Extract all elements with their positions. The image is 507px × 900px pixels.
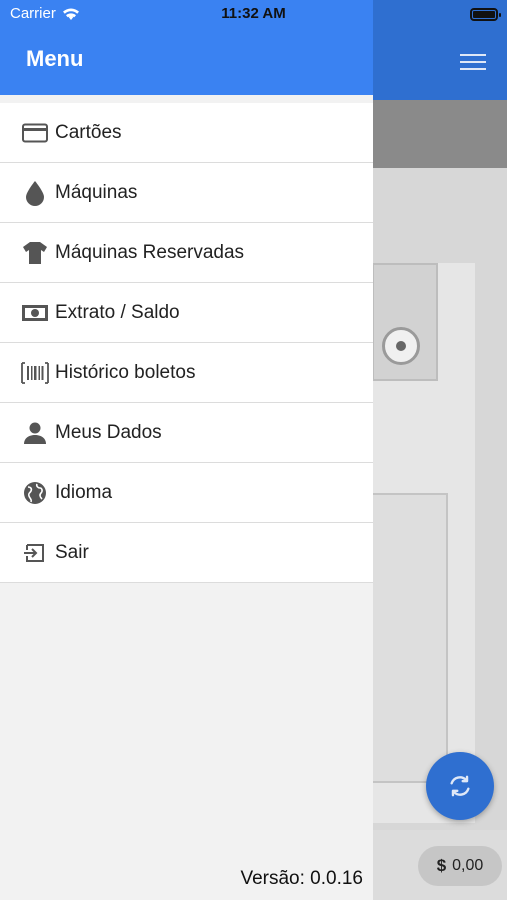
menu-item-meus-dados[interactable]: Meus Dados — [0, 403, 373, 463]
menu-item-idioma[interactable]: Idioma — [0, 463, 373, 523]
battery-icon — [470, 8, 501, 21]
balance-badge[interactable]: $ 0,00 — [418, 846, 502, 886]
menu-item-label: Cartões — [55, 121, 122, 143]
sign-out-icon — [21, 539, 49, 567]
washing-machine-image — [360, 263, 475, 823]
barcode-icon — [21, 359, 49, 387]
user-icon — [21, 419, 49, 447]
balance-value: 0,00 — [452, 857, 484, 874]
water-drop-icon — [21, 179, 49, 207]
menu-item-historico-boletos[interactable]: Histórico boletos — [0, 343, 373, 403]
menu-item-maquinas-reservadas[interactable]: Máquinas Reservadas — [0, 223, 373, 283]
menu-item-sair[interactable]: Sair — [0, 523, 373, 583]
menu-item-label: Idioma — [55, 481, 113, 503]
refresh-icon — [450, 775, 470, 797]
menu-item-label: Histórico boletos — [55, 361, 196, 383]
credit-card-icon — [21, 119, 49, 147]
menu-item-label: Máquinas Reservadas — [55, 241, 245, 263]
menu-item-label: Meus Dados — [55, 421, 162, 443]
status-time: 11:32 AM — [221, 5, 286, 22]
menu-item-label: Sair — [55, 541, 89, 563]
menu-item-cartoes[interactable]: Cartões — [0, 103, 373, 163]
menu-item-label: Máquinas — [55, 181, 138, 203]
menu-list: Cartões Máquinas Máquinas Reservadas Ext… — [0, 103, 373, 583]
globe-icon — [21, 479, 49, 507]
version-label: Versão: 0.0.16 — [240, 868, 363, 889]
status-bar: Carrier 11:32 AM — [0, 0, 507, 30]
t-shirt-icon — [21, 239, 49, 267]
navigation-drawer: Menu Cartões Máquinas Máquinas Reservada… — [0, 0, 373, 900]
hamburger-icon[interactable] — [460, 54, 486, 72]
drawer-title: Menu — [26, 46, 84, 71]
money-icon — [21, 299, 49, 327]
refresh-button[interactable] — [426, 752, 494, 820]
menu-item-label: Extrato / Saldo — [55, 301, 180, 323]
currency-symbol: $ — [436, 856, 447, 875]
menu-item-extrato-saldo[interactable]: Extrato / Saldo — [0, 283, 373, 343]
menu-item-maquinas[interactable]: Máquinas — [0, 163, 373, 223]
